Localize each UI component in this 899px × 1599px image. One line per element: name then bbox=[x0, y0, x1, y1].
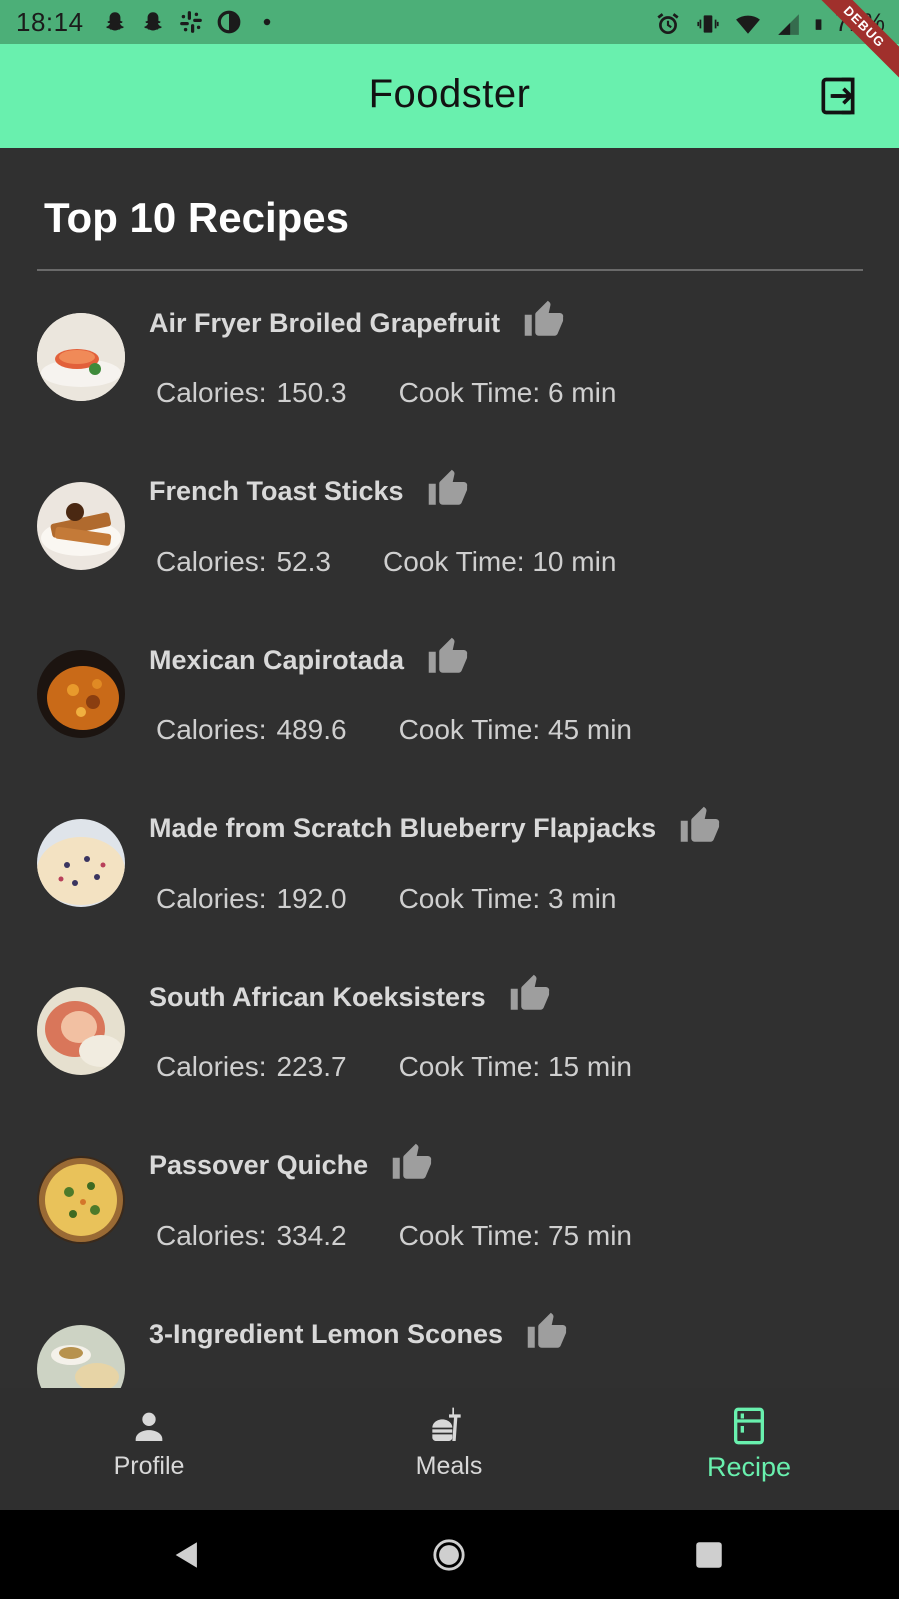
recipe-name: Mexican Capirotada bbox=[149, 644, 405, 675]
thumbs-up-icon[interactable] bbox=[390, 1142, 434, 1184]
snapchat-icon bbox=[106, 12, 124, 31]
nav-item-recipe[interactable]: Recipe bbox=[669, 1406, 829, 1483]
calories-label: Calories: bbox=[156, 545, 267, 577]
recipe-name: Air Fryer Broiled Grapefruit bbox=[149, 307, 501, 338]
recipe-image bbox=[37, 987, 125, 1076]
main-content[interactable]: Top 10 Recipes Air Fryer Broiled Grapefr… bbox=[0, 148, 899, 1388]
thumbs-up-icon[interactable] bbox=[522, 299, 566, 341]
recipe-name: Made from Scratch Blueberry Flapjacks bbox=[149, 813, 657, 844]
calories-value: 489.6 bbox=[276, 714, 347, 746]
back-icon[interactable] bbox=[170, 1538, 204, 1572]
calories-label: Calories: bbox=[156, 714, 267, 746]
logout-icon[interactable] bbox=[816, 74, 860, 118]
recipe-item[interactable]: 3-Ingredient Lemon Scones bbox=[0, 1312, 899, 1388]
recipe-item[interactable]: Mexican Capirotada Calories: 489.6 Cook Ti… bbox=[0, 637, 899, 811]
recipe-image bbox=[37, 1155, 125, 1244]
alarm-icon bbox=[657, 12, 679, 34]
nav-item-profile[interactable]: Profile bbox=[69, 1406, 229, 1481]
battery-icon bbox=[815, 18, 822, 30]
recipe-item[interactable]: Air Fryer Broiled Grapefruit Calories: 15… bbox=[0, 300, 899, 474]
data-saver-icon bbox=[217, 10, 241, 34]
cook-time: Cook Time: 6 min bbox=[398, 377, 617, 408]
fastfood-icon bbox=[432, 1407, 461, 1441]
home-icon[interactable] bbox=[432, 1538, 466, 1572]
recipe-item[interactable]: French Toast Sticks Calories: 52.3 Cook Ti… bbox=[0, 469, 899, 643]
calories-value: 150.3 bbox=[276, 377, 347, 408]
calories-value: 223.7 bbox=[276, 1051, 347, 1083]
dot-icon bbox=[263, 18, 271, 26]
recipe-item[interactable]: Passover Quiche Calories: 334.2 Cook Time:… bbox=[0, 1143, 899, 1317]
nav-label: Profile bbox=[113, 1452, 185, 1480]
calories-label: Calories: bbox=[156, 1219, 267, 1251]
recipe-image bbox=[37, 313, 125, 401]
page-title: Top 10 Recipes bbox=[44, 194, 349, 241]
recipe-meta: Calories: 150.3 Cook Time: 6 min bbox=[156, 377, 616, 409]
calories-label: Calories: bbox=[156, 882, 267, 914]
kitchen-icon bbox=[734, 1407, 764, 1445]
recipe-image bbox=[37, 818, 125, 907]
thumbs-up-icon[interactable] bbox=[426, 636, 470, 678]
recipe-name: 3-Ingredient Lemon Scones bbox=[149, 1319, 504, 1350]
recipe-meta: Calories: 192.0 Cook Time: 3 min bbox=[156, 883, 616, 915]
recipe-name: South African Koeksisters bbox=[149, 981, 486, 1012]
calories-value: 192.0 bbox=[276, 882, 347, 914]
calories-value: 52.3 bbox=[276, 545, 331, 577]
slack-icon bbox=[180, 11, 202, 33]
cook-time: Cook Time: 10 min bbox=[382, 545, 617, 577]
calories-value: 334.2 bbox=[276, 1219, 347, 1251]
wifi-icon bbox=[736, 15, 760, 34]
calories-label: Calories: bbox=[156, 1051, 267, 1083]
recipe-meta: Calories: 489.6 Cook Time: 45 min bbox=[156, 714, 632, 746]
person-icon bbox=[135, 1412, 163, 1441]
nav-item-meals[interactable]: Meals bbox=[369, 1406, 529, 1481]
recipe-meta: Calories: 334.2 Cook Time: 75 min bbox=[156, 1220, 632, 1252]
recent-apps-icon[interactable] bbox=[692, 1538, 726, 1572]
signal-icon bbox=[778, 13, 799, 35]
status-time: 18:14 bbox=[16, 7, 84, 37]
recipe-item[interactable]: Made from Scratch Blueberry Flapjacks Ca… bbox=[0, 806, 899, 980]
thumbs-up-icon[interactable] bbox=[525, 1311, 569, 1353]
cook-time: Cook Time: 15 min bbox=[398, 1051, 632, 1083]
thumbs-up-icon[interactable] bbox=[508, 973, 552, 1015]
status-bar: 18:14 71% bbox=[0, 0, 899, 44]
divider bbox=[37, 269, 863, 271]
app-bar: Foodster bbox=[0, 44, 899, 148]
recipe-item[interactable]: South African Koeksisters Calories: 223.7… bbox=[0, 975, 899, 1148]
thumbs-up-icon[interactable] bbox=[678, 805, 722, 847]
nav-label: Recipe bbox=[706, 1452, 792, 1482]
system-navigation-bar bbox=[0, 1510, 899, 1599]
cook-time: Cook Time: 3 min bbox=[398, 882, 617, 914]
snapchat-icon bbox=[144, 12, 162, 31]
calories-label: Calories: bbox=[156, 377, 267, 408]
nav-label: Meals bbox=[415, 1452, 483, 1480]
recipe-image bbox=[37, 1324, 125, 1388]
recipe-name: Passover Quiche bbox=[149, 1150, 369, 1181]
thumbs-up-icon[interactable] bbox=[426, 468, 470, 510]
cook-time: Cook Time: 75 min bbox=[398, 1219, 632, 1251]
recipe-list[interactable]: Air Fryer Broiled Grapefruit Calories: 15… bbox=[0, 300, 899, 1388]
cook-time: Cook Time: 45 min bbox=[398, 714, 632, 746]
recipe-image bbox=[37, 650, 125, 739]
recipe-image bbox=[37, 481, 125, 570]
recipe-name: French Toast Sticks bbox=[149, 476, 404, 507]
vibrate-icon bbox=[697, 14, 719, 33]
recipe-meta: Calories: 52.3 Cook Time: 10 min bbox=[156, 546, 616, 578]
notification-icons bbox=[102, 9, 280, 35]
app-title: Foodster bbox=[368, 72, 531, 116]
recipe-meta: Calories: 223.7 Cook Time: 15 min bbox=[156, 1051, 632, 1083]
bottom-navigation: Profile Meals Recipe bbox=[0, 1388, 899, 1510]
